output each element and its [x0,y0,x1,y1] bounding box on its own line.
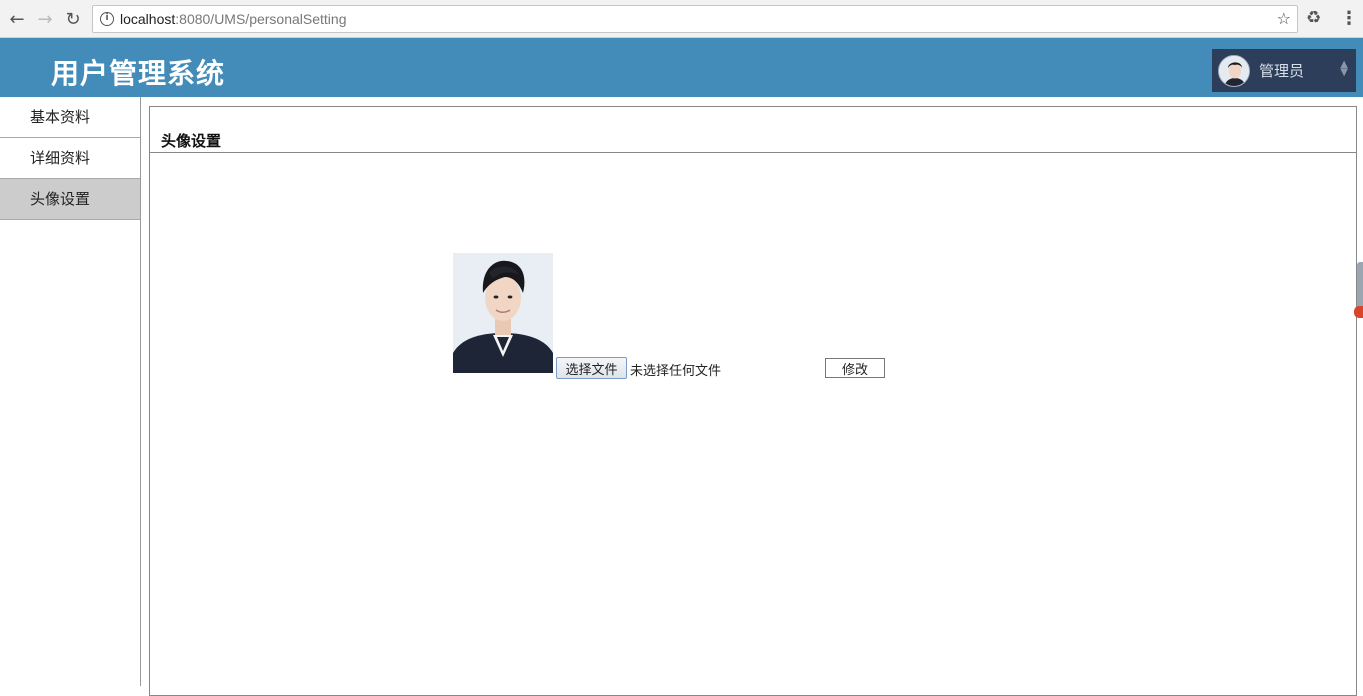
page-title: 头像设置 [161,132,222,150]
app-title: 用户管理系统 [51,57,226,90]
user-menu[interactable]: 管理员 ▲ ▼ [1212,49,1356,92]
sidebar: 基本资料 详细资料 头像设置 [0,97,141,686]
sidebar-item-basic-info[interactable]: 基本资料 [0,97,140,138]
avatar-preview [453,253,553,373]
url-host: localhost [120,11,176,27]
dropdown-toggle-icon: ▲ ▼ [1340,59,1348,78]
bookmark-star-icon[interactable]: ☆ [1277,9,1291,28]
forward-icon[interactable]: → [34,8,56,30]
scroll-marker-icon [1354,306,1363,318]
sidebar-item-detail-info[interactable]: 详细资料 [0,138,140,179]
browser-menu-icon[interactable]: ⋮ [1340,8,1358,29]
address-bar[interactable]: i localhost:8080/UMS/personalSetting ☆ [92,5,1298,33]
file-status-text: 未选择任何文件 [630,364,722,379]
main-panel: 头像设置 选择文件 未选择任何文件 修改 [149,106,1357,696]
sidebar-item-avatar-settings[interactable]: 头像设置 [0,179,140,220]
modify-button[interactable]: 修改 [825,358,885,378]
user-name: 管理员 [1259,62,1305,80]
recycle-extension-icon[interactable]: ♻ [1306,8,1321,28]
panel-header: 头像设置 [150,107,1356,153]
reload-icon[interactable]: ↻ [62,8,84,30]
app-header: 用户管理系统 管理员 ▲ ▼ [0,38,1363,97]
back-icon[interactable]: ← [6,8,28,30]
browser-toolbar: ← → ↻ i localhost:8080/UMS/personalSetti… [0,0,1363,38]
choose-file-button[interactable]: 选择文件 [556,357,627,379]
avatar [1218,54,1250,87]
info-icon[interactable]: i [100,12,114,26]
url-path: :8080/UMS/personalSetting [175,11,347,27]
